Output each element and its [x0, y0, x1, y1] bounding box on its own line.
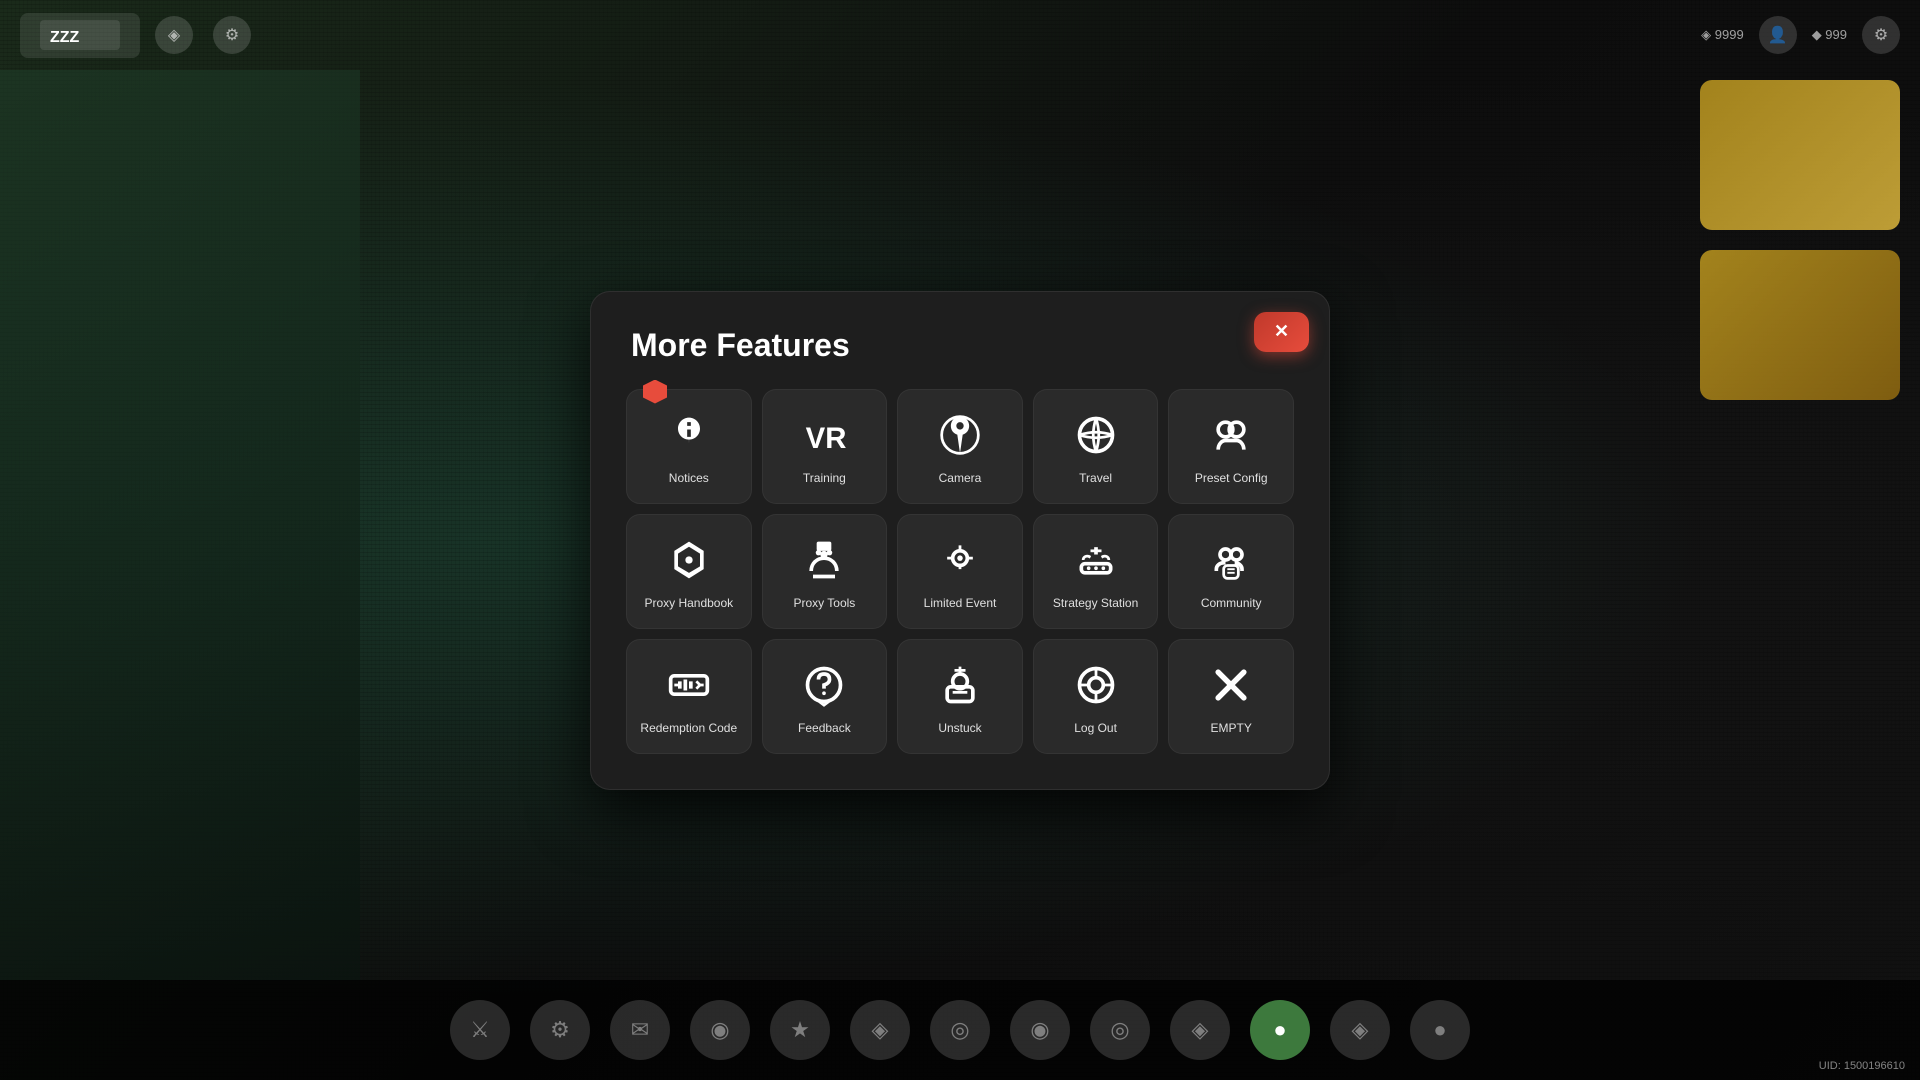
strategy-station-icon [1070, 534, 1122, 586]
log-out-label: Log Out [1074, 721, 1117, 737]
modal-title: More Features [626, 327, 1294, 364]
community-icon [1205, 534, 1257, 586]
empty-label: EMPTY [1211, 721, 1252, 737]
camera-icon [934, 409, 986, 461]
proxy-tools-icon [798, 534, 850, 586]
proxy-handbook-icon [663, 534, 715, 586]
community-label: Community [1201, 596, 1262, 612]
grid-item-travel[interactable]: Travel [1033, 389, 1159, 504]
feedback-label: Feedback [798, 721, 851, 737]
grid-item-redemption-code[interactable]: Redemption Code [626, 639, 752, 754]
redemption-code-icon [663, 659, 715, 711]
redemption-code-label: Redemption Code [640, 721, 737, 737]
travel-icon [1070, 409, 1122, 461]
unstuck-label: Unstuck [938, 721, 981, 737]
travel-label: Travel [1079, 471, 1112, 487]
svg-text:VR·: VR· [806, 422, 846, 455]
log-out-icon [1070, 659, 1122, 711]
proxy-handbook-label: Proxy Handbook [644, 596, 733, 612]
preset-config-label: Preset Config [1195, 471, 1268, 487]
notices-label: Notices [669, 471, 709, 487]
camera-label: Camera [939, 471, 982, 487]
proxy-tools-label: Proxy Tools [793, 596, 855, 612]
grid-item-limited-event[interactable]: Limited Event [897, 514, 1023, 629]
unstuck-icon [934, 659, 986, 711]
limited-event-label: Limited Event [924, 596, 997, 612]
training-label: Training [803, 471, 846, 487]
grid-item-notices[interactable]: Notices [626, 389, 752, 504]
grid-item-empty[interactable]: EMPTY [1168, 639, 1294, 754]
more-features-modal: More Features Notices VR· Training [590, 291, 1330, 790]
preset-config-icon [1205, 409, 1257, 461]
grid-item-log-out[interactable]: Log Out [1033, 639, 1159, 754]
notices-icon [663, 409, 715, 461]
grid-item-proxy-handbook[interactable]: Proxy Handbook [626, 514, 752, 629]
close-button[interactable] [1254, 312, 1309, 352]
grid-item-proxy-tools[interactable]: Proxy Tools [762, 514, 888, 629]
training-icon: VR· [798, 409, 850, 461]
grid-item-training[interactable]: VR· Training [762, 389, 888, 504]
grid-item-preset-config[interactable]: Preset Config [1168, 389, 1294, 504]
feedback-icon [798, 659, 850, 711]
grid-item-community[interactable]: Community [1168, 514, 1294, 629]
features-grid: Notices VR· Training Camera [626, 389, 1294, 754]
strategy-station-label: Strategy Station [1053, 596, 1138, 612]
grid-item-strategy-station[interactable]: Strategy Station [1033, 514, 1159, 629]
empty-icon [1205, 659, 1257, 711]
modal-overlay: More Features Notices VR· Training [0, 0, 1920, 1080]
grid-item-camera[interactable]: Camera [897, 389, 1023, 504]
grid-item-unstuck[interactable]: Unstuck [897, 639, 1023, 754]
grid-item-feedback[interactable]: Feedback [762, 639, 888, 754]
limited-event-icon [934, 534, 986, 586]
